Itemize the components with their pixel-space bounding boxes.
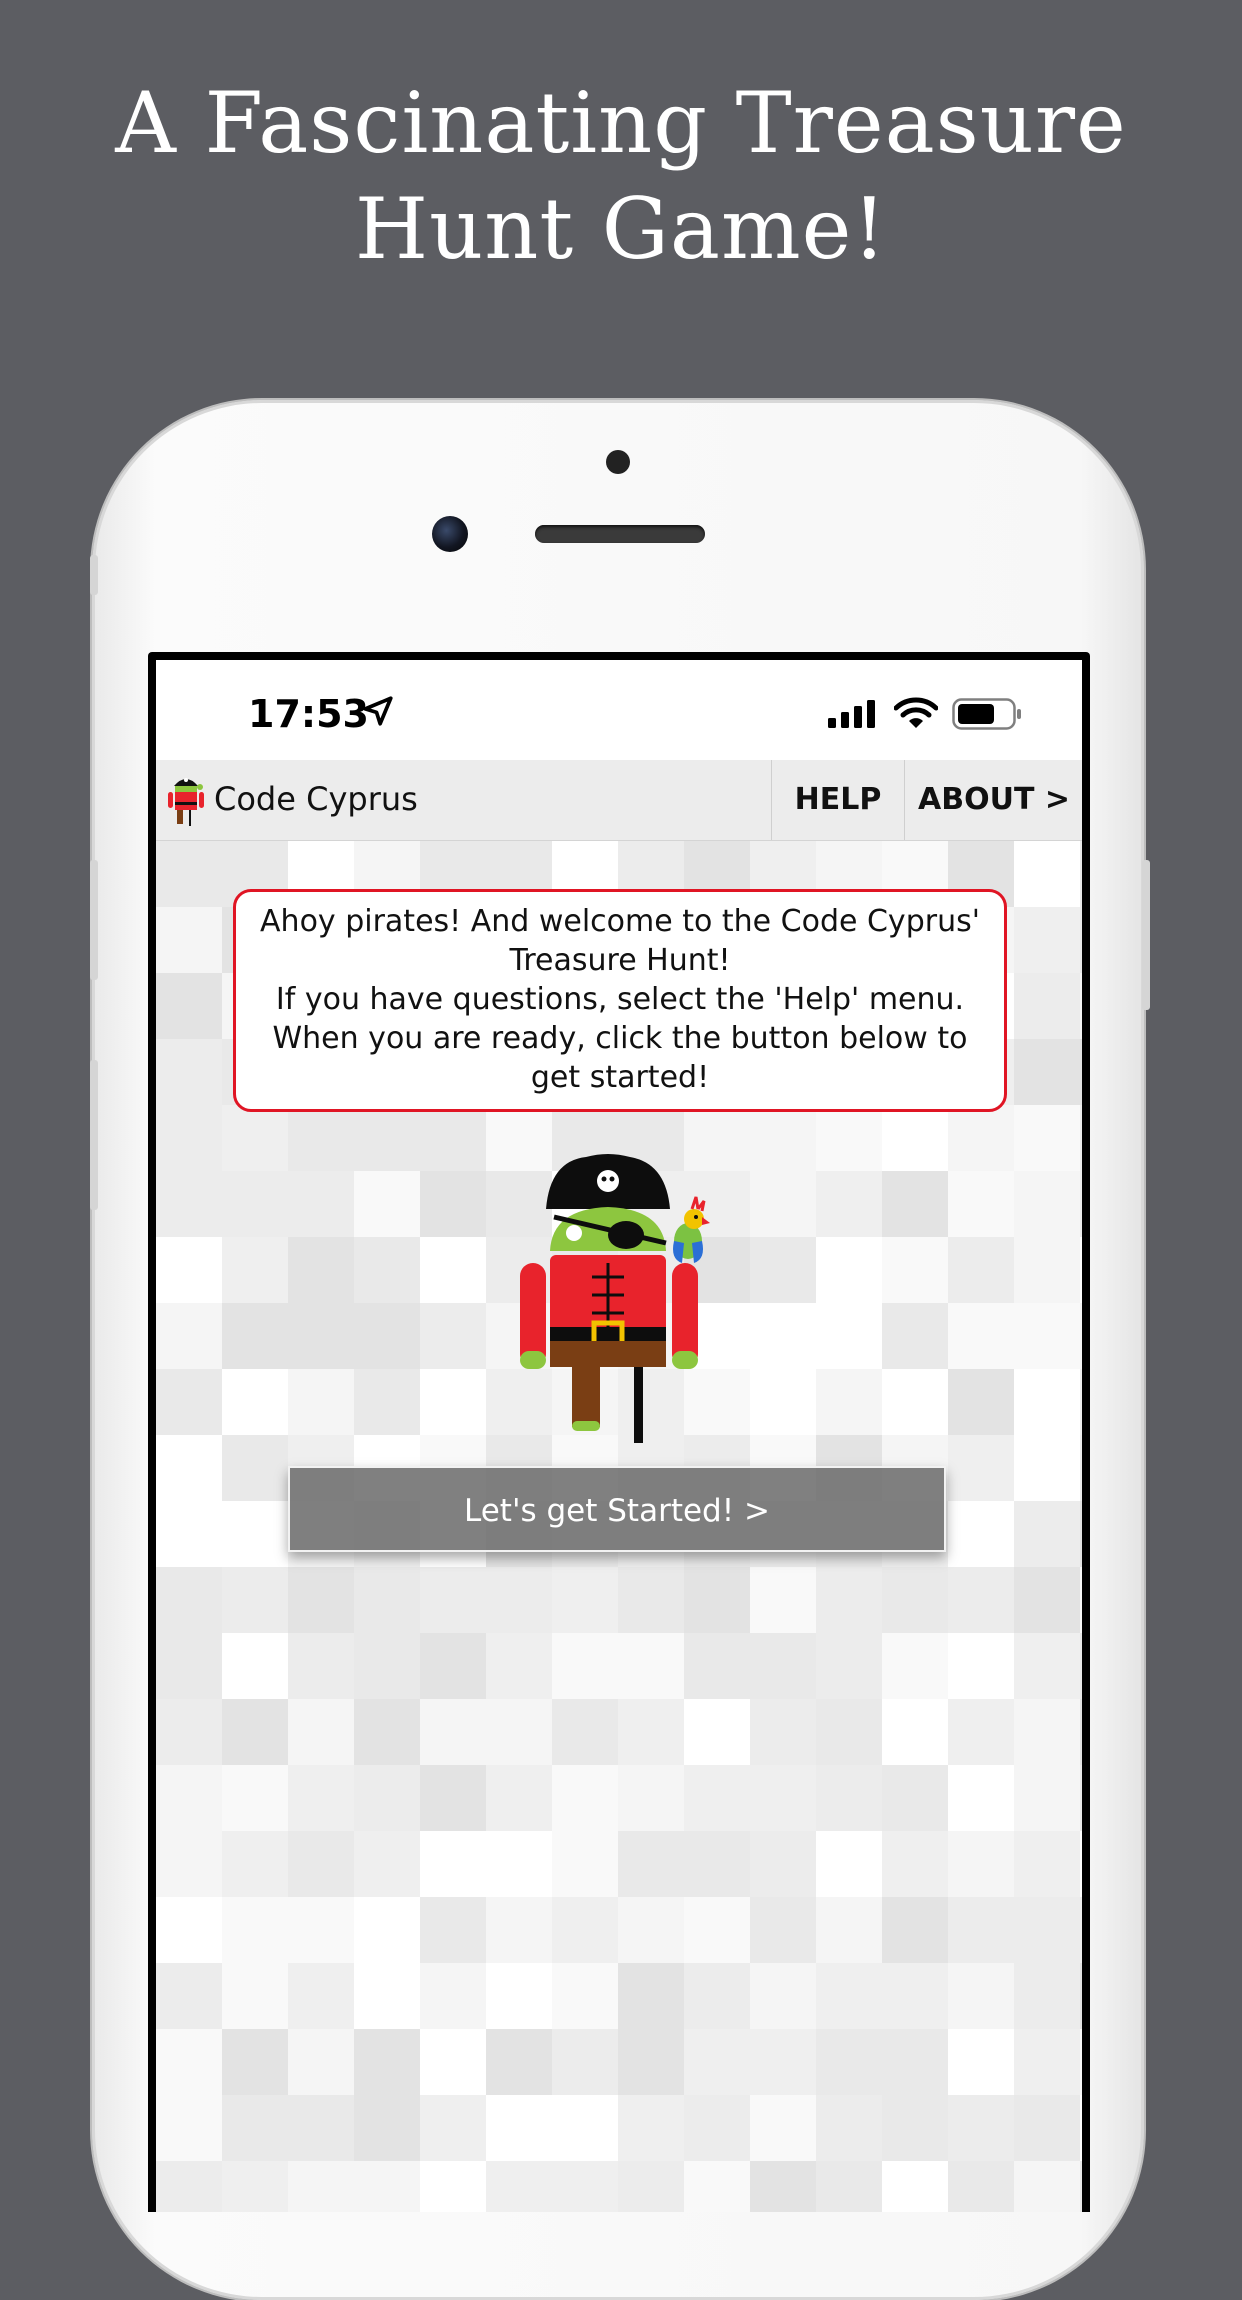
cellular-signal-icon xyxy=(828,700,875,728)
welcome-line-2: Treasure Hunt! xyxy=(509,943,731,978)
welcome-line-3: If you have questions, select the 'Help'… xyxy=(275,982,965,1017)
promo-headline-line-1: A Fascinating Treasure xyxy=(115,74,1127,172)
welcome-line-4: When you are ready, click the button bel… xyxy=(272,1021,968,1056)
pirate-android-logo-icon xyxy=(168,778,204,826)
welcome-message-box: Ahoy pirates! And welcome to the Code Cy… xyxy=(233,889,1007,1112)
app-screen: 17:53 Code Cyprus HELP ABOUT > Ahoy pira… xyxy=(156,660,1082,2212)
phone-screen: 17:53 Code Cyprus HELP ABOUT > Ahoy pira… xyxy=(148,652,1090,2212)
battery-icon xyxy=(952,698,1021,730)
welcome-line-5: get started! xyxy=(530,1060,710,1095)
front-camera-icon xyxy=(432,516,468,552)
app-title: Code Cyprus xyxy=(214,780,418,818)
pirate-android-with-parrot-icon xyxy=(520,1154,710,1443)
location-arrow-icon xyxy=(363,696,393,726)
promo-headline: A Fascinating Treasure Hunt Game! xyxy=(0,70,1242,282)
wifi-icon xyxy=(894,697,938,728)
get-started-button[interactable]: Let's get Started! > xyxy=(288,1466,946,1552)
welcome-line-1: Ahoy pirates! And welcome to the Code Cy… xyxy=(260,904,980,939)
about-menu-button[interactable]: ABOUT > xyxy=(904,760,1082,840)
earpiece-speaker xyxy=(535,525,705,543)
app-bar: Code Cyprus HELP ABOUT > xyxy=(156,760,1082,841)
status-bar: 17:53 xyxy=(156,660,1082,760)
main-content: Ahoy pirates! And welcome to the Code Cy… xyxy=(156,841,1082,2212)
promo-headline-line-2: Hunt Game! xyxy=(354,180,888,278)
status-time: 17:53 xyxy=(248,692,369,736)
phone-volume-down xyxy=(90,1060,98,1210)
proximity-sensor xyxy=(606,450,630,474)
phone-power-button xyxy=(1142,860,1150,1010)
phone-mute-switch xyxy=(90,555,98,595)
help-menu-button[interactable]: HELP xyxy=(771,760,904,840)
phone-volume-up xyxy=(90,860,98,980)
